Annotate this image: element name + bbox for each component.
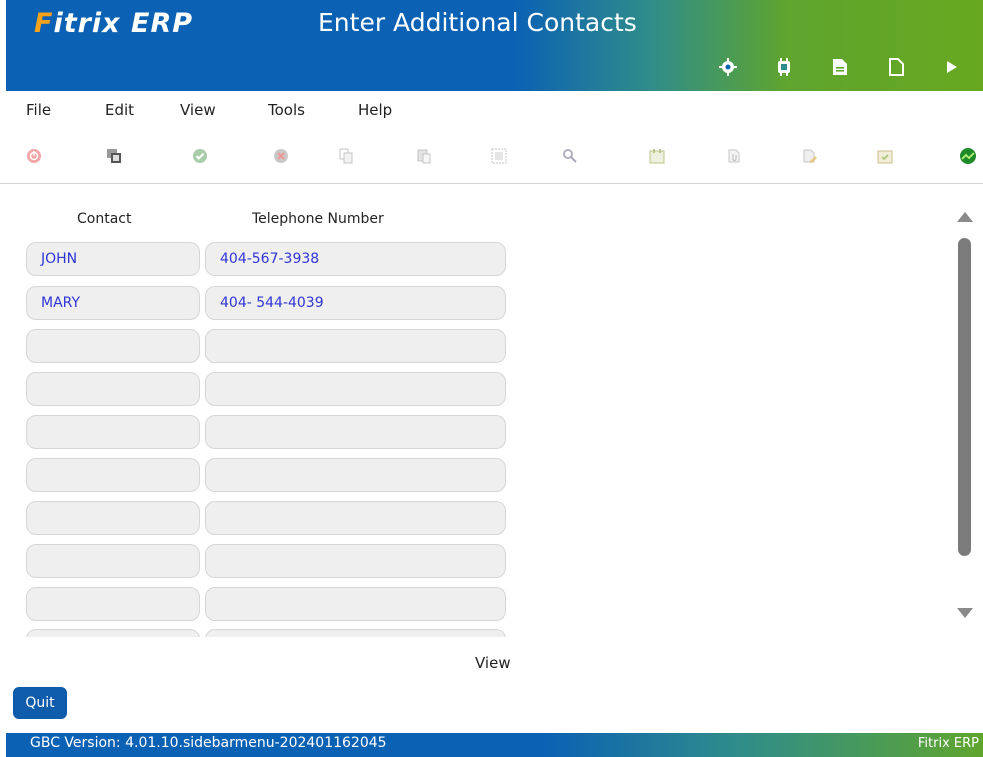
telephone-field[interactable]: 404-567-3938 — [205, 242, 506, 276]
cancel-icon[interactable] — [271, 146, 291, 166]
scroll-up-icon[interactable] — [956, 208, 974, 227]
copy-icon[interactable] — [336, 146, 356, 166]
vertical-scrollbar[interactable] — [950, 200, 980, 630]
graph-icon[interactable] — [958, 146, 978, 166]
chip-icon[interactable] — [769, 56, 799, 78]
document-filled-icon[interactable] — [825, 56, 855, 78]
contact-field[interactable] — [26, 415, 200, 449]
menu-tools[interactable]: Tools — [268, 101, 305, 119]
status-footer: GBC Version: 4.01.10.sidebarmenu-2024011… — [6, 733, 983, 757]
document-outline-icon[interactable] — [881, 56, 911, 78]
telephone-field[interactable]: 404- 544-4039 — [205, 286, 506, 320]
contact-field[interactable] — [26, 372, 200, 406]
settings-icon[interactable] — [713, 56, 743, 78]
header-contact: Contact — [77, 211, 132, 227]
menu-bar: File Edit View Tools Help — [0, 96, 983, 126]
footer-brand: Fitrix ERP — [917, 736, 979, 751]
edit-document-icon[interactable] — [800, 146, 820, 166]
calendar-icon[interactable] — [647, 146, 667, 166]
fitrix-logo: Fitrix ERP — [34, 8, 194, 39]
power-icon[interactable] — [24, 146, 44, 166]
telephone-field[interactable] — [205, 415, 506, 449]
contact-field[interactable] — [26, 329, 200, 363]
menu-file[interactable]: File — [26, 101, 51, 119]
contact-field[interactable] — [26, 544, 200, 578]
contacts-grid: Contact Telephone Number JOHN 404-567-39… — [20, 193, 946, 637]
page-title: Enter Additional Contacts — [318, 8, 637, 37]
attach-icon[interactable] — [724, 146, 744, 166]
contact-field[interactable] — [26, 458, 200, 492]
header-telephone: Telephone Number — [252, 211, 384, 227]
select-icon[interactable] — [489, 146, 509, 166]
scroll-thumb[interactable] — [958, 238, 971, 556]
toolbar-divider — [0, 183, 983, 184]
telephone-field[interactable] — [205, 501, 506, 535]
action-toolbar — [0, 138, 983, 174]
menu-view[interactable]: View — [180, 101, 216, 119]
app-window: Fitrix ERP Enter Additional Contacts Fil… — [0, 0, 983, 757]
menu-help[interactable]: Help — [358, 101, 392, 119]
scroll-down-icon[interactable] — [956, 604, 974, 623]
play-icon[interactable] — [937, 56, 967, 78]
telephone-field[interactable] — [205, 587, 506, 621]
telephone-field[interactable] — [205, 629, 506, 637]
telephone-field[interactable] — [205, 329, 506, 363]
contact-field[interactable]: JOHN — [26, 242, 200, 276]
find-icon[interactable] — [560, 146, 580, 166]
header-toolbar — [713, 56, 967, 78]
copy-window-icon[interactable] — [104, 146, 124, 166]
menu-edit[interactable]: Edit — [105, 101, 134, 119]
contact-field[interactable]: MARY — [26, 286, 200, 320]
contact-field[interactable] — [26, 501, 200, 535]
version-text: GBC Version: 4.01.10.sidebarmenu-2024011… — [30, 735, 387, 751]
quit-button[interactable]: Quit — [13, 687, 67, 719]
telephone-field[interactable] — [205, 372, 506, 406]
telephone-field[interactable] — [205, 458, 506, 492]
paste-icon[interactable] — [414, 146, 434, 166]
app-header: Fitrix ERP Enter Additional Contacts — [6, 0, 983, 91]
contact-field[interactable] — [26, 587, 200, 621]
telephone-field[interactable] — [205, 544, 506, 578]
checklist-icon[interactable] — [875, 146, 895, 166]
accept-icon[interactable] — [190, 146, 210, 166]
contact-field[interactable] — [26, 629, 200, 637]
mode-label: View — [475, 654, 511, 672]
